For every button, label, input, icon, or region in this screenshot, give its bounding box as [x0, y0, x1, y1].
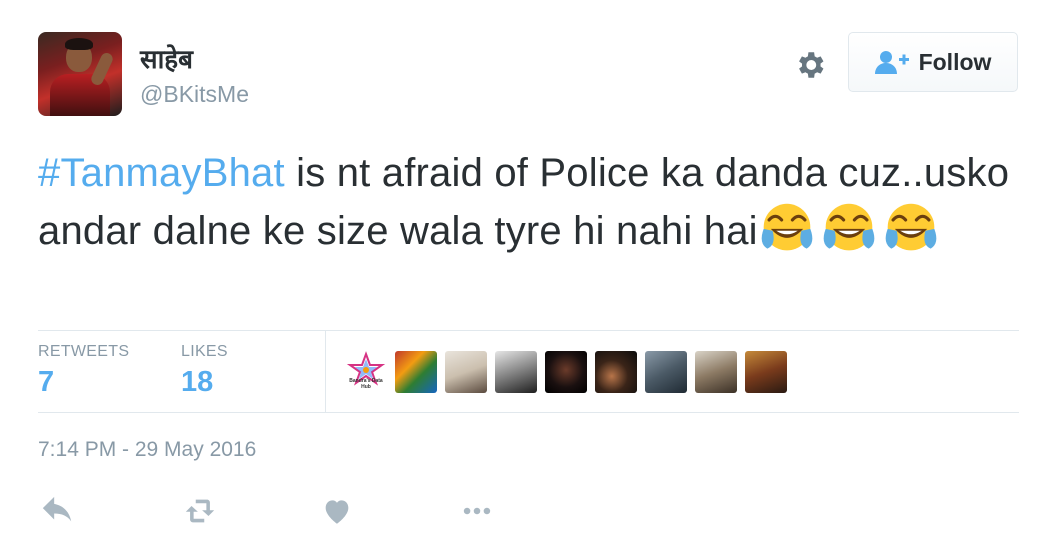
follow-label: Follow — [918, 48, 992, 75]
divider-bottom — [38, 412, 1019, 413]
retweets-count[interactable]: 7 — [38, 366, 54, 399]
liker-avatar-8[interactable] — [695, 351, 737, 393]
retweets-label[interactable]: RETWEETS — [38, 343, 129, 361]
divider-top — [38, 330, 1019, 331]
likers-avatars: Bandra's Data Hub — [345, 351, 787, 393]
display-name[interactable]: साहेब — [140, 44, 193, 74]
reply-icon[interactable] — [40, 494, 74, 528]
likes-count[interactable]: 18 — [181, 366, 213, 399]
gear-icon[interactable] — [793, 48, 827, 82]
liker-avatar-5[interactable] — [545, 351, 587, 393]
follow-button[interactable]: Follow — [848, 32, 1018, 92]
likes-label[interactable]: LIKES — [181, 343, 228, 361]
stats-separator — [325, 331, 326, 413]
avatar-arm — [89, 51, 115, 87]
tweet-text: #TanmayBhat is nt afraid of Police ka da… — [38, 145, 1028, 260]
tweet-timestamp[interactable]: 7:14 PM - 29 May 2016 — [38, 438, 256, 462]
tears-of-joy-emoji-icon — [823, 203, 875, 251]
liker-avatar-4[interactable] — [495, 351, 537, 393]
liker-avatar-bandras-data-hub[interactable]: Bandra's Data Hub — [345, 351, 387, 393]
liker-avatar-2[interactable] — [395, 351, 437, 393]
like-icon[interactable] — [320, 494, 354, 528]
emoji-group — [758, 203, 944, 253]
hashtag-link[interactable]: #TanmayBhat — [38, 151, 285, 195]
liker-avatar-7[interactable] — [645, 351, 687, 393]
tears-of-joy-emoji-icon — [761, 203, 813, 251]
tears-of-joy-emoji-icon — [885, 203, 937, 251]
liker-avatar-6[interactable] — [595, 351, 637, 393]
avatar-hair — [65, 38, 93, 50]
avatar[interactable] — [38, 32, 122, 116]
add-user-icon — [874, 51, 909, 74]
liker-avatar-3[interactable] — [445, 351, 487, 393]
retweet-icon[interactable] — [183, 494, 217, 528]
user-handle[interactable]: @BKitsMe — [140, 80, 249, 108]
more-icon[interactable] — [460, 494, 494, 528]
liker-logo-text: Bandra's Data Hub — [349, 378, 383, 390]
liker-avatar-9[interactable] — [745, 351, 787, 393]
